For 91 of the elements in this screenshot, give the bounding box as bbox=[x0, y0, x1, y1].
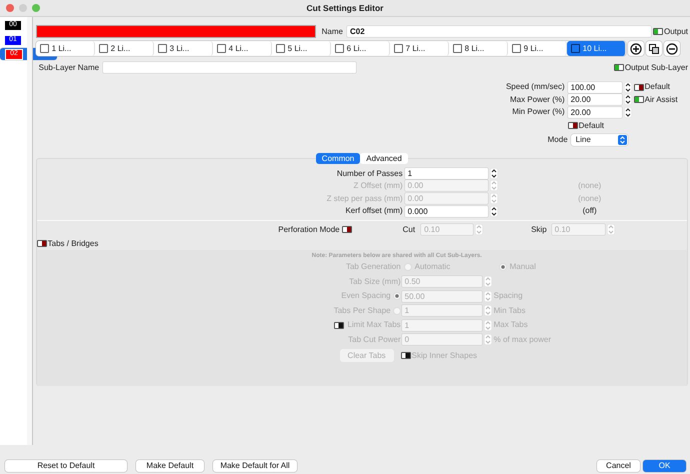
field-label: Cut bbox=[402, 224, 416, 235]
sublayer-tab[interactable]: 2 Li... bbox=[94, 41, 154, 56]
sublayer-tab[interactable]: 6 Li... bbox=[330, 41, 390, 56]
footer-button[interactable]: Make Default for All bbox=[213, 460, 297, 472]
checkbox[interactable] bbox=[276, 44, 285, 53]
add-icon bbox=[630, 42, 642, 54]
unit-label: Min Tabs bbox=[494, 306, 526, 316]
unit-label: Spacing bbox=[494, 291, 523, 301]
copy-button[interactable] bbox=[646, 41, 662, 56]
toggle-switch[interactable] bbox=[634, 96, 644, 104]
toggle-switch[interactable] bbox=[342, 226, 352, 234]
toggle-switch[interactable] bbox=[634, 84, 644, 91]
status-text: (off) bbox=[582, 206, 598, 216]
remove-icon bbox=[666, 42, 678, 54]
section-label: Tabs / Bridges bbox=[48, 238, 98, 248]
field-label: Min Power (%) bbox=[511, 107, 566, 118]
field-label: Name bbox=[322, 26, 343, 36]
checkbox[interactable] bbox=[158, 44, 167, 53]
sublayer-tab[interactable]: 7 Li... bbox=[390, 41, 449, 56]
field-label: Z Offset (mm) bbox=[352, 181, 404, 191]
toggle-switch[interactable] bbox=[652, 28, 663, 35]
toggle-label: Air Assist bbox=[644, 94, 678, 105]
field-label: Limit Max Tabs bbox=[347, 320, 401, 330]
updown-icon bbox=[618, 134, 627, 144]
tab[interactable]: Common bbox=[316, 152, 360, 164]
toggle-switch[interactable] bbox=[568, 122, 578, 129]
cancel-button[interactable]: Cancel bbox=[597, 460, 640, 472]
unit-label: Max Tabs bbox=[494, 320, 528, 330]
field-label: Mode bbox=[546, 134, 569, 144]
checkbox[interactable] bbox=[452, 44, 462, 53]
field-label: Perforation Mode bbox=[277, 224, 341, 235]
checkbox[interactable] bbox=[512, 44, 521, 53]
field-label: Even Spacing bbox=[341, 291, 391, 301]
sublayer-tab[interactable]: 5 Li... bbox=[272, 41, 331, 56]
input-field[interactable]: 20.00 bbox=[568, 106, 622, 118]
input-field[interactable]: 20.00 bbox=[568, 94, 622, 106]
mode-select[interactable]: Line bbox=[570, 134, 628, 146]
toggle-switch[interactable] bbox=[614, 64, 624, 71]
sublayer-tab[interactable]: 1 Li... bbox=[36, 41, 95, 56]
toggle-label: Default bbox=[644, 82, 670, 92]
input-field[interactable]: 100.00 bbox=[568, 82, 622, 93]
field-label: Tab Size (mm) bbox=[349, 276, 401, 286]
input-field[interactable]: 1 bbox=[404, 168, 488, 179]
toggle-label: Output Sub-Layer bbox=[624, 62, 688, 72]
field-label: Speed (mm/sec) bbox=[504, 82, 566, 92]
checkbox[interactable] bbox=[40, 44, 49, 53]
input-field[interactable]: C02 bbox=[346, 26, 651, 37]
sublayer-tab[interactable]: 4 Li... bbox=[212, 41, 272, 56]
spinner-control[interactable] bbox=[490, 168, 498, 179]
input-field[interactable] bbox=[103, 62, 356, 73]
status-text: (none) bbox=[577, 181, 602, 191]
field-label: Z step per pass (mm) bbox=[326, 194, 404, 204]
ok-button[interactable]: OK bbox=[643, 460, 686, 472]
status-text: (none) bbox=[577, 194, 602, 204]
toggle-label: Output bbox=[664, 26, 688, 36]
checkbox[interactable] bbox=[570, 44, 580, 53]
field-label: Skip bbox=[531, 224, 547, 235]
checkbox[interactable] bbox=[216, 44, 226, 53]
add-button[interactable] bbox=[628, 41, 644, 56]
field-label: Tab Cut Power bbox=[348, 334, 401, 344]
sublayer-tab[interactable]: 9 Li... bbox=[508, 41, 567, 56]
field-label: Sub-Layer Name bbox=[38, 62, 100, 72]
input-field[interactable]: 0.000 bbox=[404, 206, 488, 217]
option-label: Automatic bbox=[414, 262, 450, 272]
field-label: Number of Passes bbox=[336, 168, 404, 178]
checkbox[interactable] bbox=[98, 44, 108, 53]
field-label: Max Power (%) bbox=[508, 94, 566, 105]
spinner-control[interactable] bbox=[624, 106, 632, 118]
sublayer-tab[interactable]: 3 Li... bbox=[154, 41, 213, 56]
spinner-control[interactable] bbox=[624, 94, 632, 106]
toggle-label: Skip Inner Shapes bbox=[412, 350, 478, 360]
sublayer-tab[interactable]: 8 Li... bbox=[448, 41, 508, 56]
option-label: Manual bbox=[510, 262, 536, 272]
field-label: Tabs Per Shape bbox=[334, 306, 391, 316]
copy-icon bbox=[648, 42, 660, 54]
tab[interactable]: Advanced bbox=[360, 152, 408, 164]
checkbox[interactable] bbox=[334, 44, 344, 53]
window-title: Cut Settings Editor bbox=[306, 2, 384, 14]
field-label: Kerf offset (mm) bbox=[344, 206, 404, 216]
toggle-label: Default bbox=[578, 120, 604, 130]
color-swatch[interactable] bbox=[36, 25, 316, 38]
spinner-control[interactable] bbox=[490, 206, 498, 217]
spinner-control[interactable] bbox=[624, 82, 632, 93]
remove-button[interactable] bbox=[664, 41, 680, 56]
checkbox[interactable] bbox=[394, 44, 403, 53]
footer-button[interactable]: Reset to Default bbox=[5, 460, 127, 472]
footer-button[interactable]: Make Default bbox=[136, 460, 204, 472]
unit-label: % of max power bbox=[494, 334, 551, 344]
close-control[interactable] bbox=[6, 4, 14, 12]
sublayer-tab[interactable]: 10 Li... bbox=[566, 41, 626, 56]
field-label: Tab Generation bbox=[346, 262, 401, 272]
